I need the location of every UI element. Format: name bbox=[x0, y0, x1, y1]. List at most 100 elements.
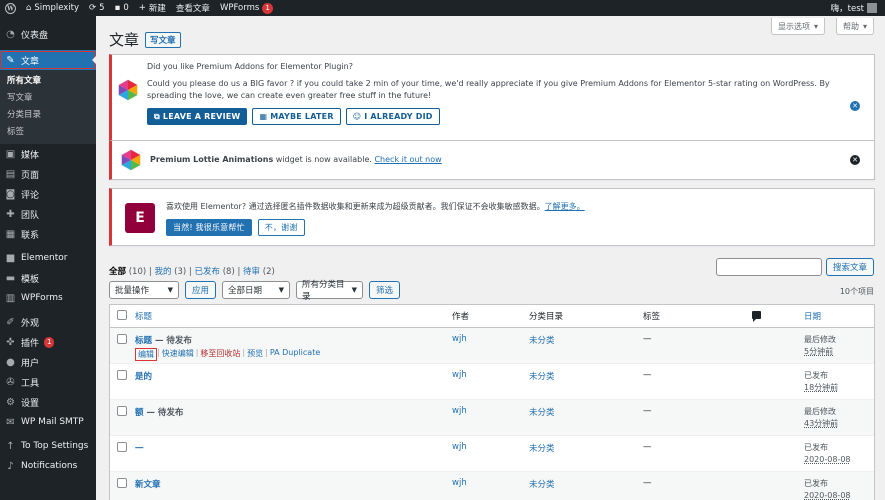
date-status: 已发布 bbox=[804, 443, 828, 452]
menu-pages[interactable]: ▤ 页面 bbox=[0, 164, 96, 184]
pa-duplicate-link[interactable]: PA Duplicate bbox=[270, 348, 320, 357]
row-checkbox[interactable] bbox=[117, 478, 127, 488]
view-posts-link[interactable]: 查看文章 bbox=[171, 0, 215, 16]
select-all-checkbox[interactable] bbox=[117, 309, 127, 320]
menu-wpforms[interactable]: ▥ WPForms bbox=[0, 288, 96, 308]
menu-comments[interactable]: ◙ 评论 bbox=[0, 184, 96, 204]
learn-more-link[interactable]: 了解更多。 bbox=[545, 202, 585, 211]
search-input[interactable] bbox=[715, 258, 822, 276]
menu-elementor[interactable]: ■ Elementor bbox=[0, 248, 96, 268]
menu-label: 模板 bbox=[21, 274, 40, 285]
menu-label: 工具 bbox=[21, 378, 40, 389]
table-row: 一 wjh 未分类 — 已发布 2020-08-08 bbox=[110, 436, 874, 472]
comment-icon: ▪ bbox=[114, 3, 121, 13]
opt-out-button[interactable]: 不，谢谢 bbox=[257, 219, 305, 236]
post-title-link[interactable]: 新文章 bbox=[135, 480, 161, 490]
tools-icon: ✇ bbox=[6, 376, 15, 388]
post-title-link[interactable]: 标题 bbox=[135, 336, 152, 346]
apply-button[interactable]: 应用 bbox=[185, 281, 217, 299]
opt-in-button[interactable]: 当然! 我很乐意帮忙 bbox=[166, 219, 252, 236]
comments-link[interactable]: ▪ 0 bbox=[110, 0, 134, 16]
add-new-button[interactable]: 写文章 bbox=[145, 31, 181, 48]
menu-appearance[interactable]: ✐ 外观 bbox=[0, 312, 96, 332]
filter-all[interactable]: 全部 bbox=[109, 267, 126, 277]
my-account[interactable]: 嗨，test bbox=[831, 2, 885, 14]
submenu-all-posts[interactable]: 所有文章 bbox=[0, 73, 96, 90]
sort-date-header[interactable]: 日期 bbox=[804, 312, 821, 322]
menu-contact[interactable]: ▦ 联系 bbox=[0, 224, 96, 244]
menu-plugins[interactable]: ✜ 插件 1 bbox=[0, 332, 96, 352]
menu-tools[interactable]: ✇ 工具 bbox=[0, 372, 96, 392]
filter-button[interactable]: 筛选 bbox=[369, 281, 401, 299]
category-link[interactable]: 未分类 bbox=[529, 408, 555, 418]
maybe-later-button[interactable]: ▦ MAYBE LATER bbox=[252, 108, 341, 125]
post-title-link[interactable]: 额 bbox=[135, 408, 144, 418]
wpforms-label: WPForms bbox=[219, 3, 260, 13]
avatar bbox=[867, 3, 877, 13]
category-link[interactable]: 未分类 bbox=[529, 444, 555, 454]
submenu-tags[interactable]: 标签 bbox=[0, 124, 96, 141]
post-title-link[interactable]: 一 bbox=[135, 444, 144, 454]
menu-settings[interactable]: ⚙ 设置 bbox=[0, 392, 96, 412]
category-link[interactable]: 未分类 bbox=[529, 336, 555, 346]
submenu-categories[interactable]: 分类目录 bbox=[0, 107, 96, 124]
menu-posts[interactable]: ✎ 文章 bbox=[0, 50, 97, 70]
preview-link[interactable]: 预览 bbox=[247, 349, 263, 358]
svg-text:W: W bbox=[6, 5, 14, 12]
row-checkbox[interactable] bbox=[117, 406, 127, 416]
menu-notifications[interactable]: ♪ Notifications bbox=[0, 456, 96, 476]
comments-header-icon[interactable] bbox=[752, 310, 761, 322]
filter-count: (3) bbox=[174, 267, 187, 277]
category-filter-select[interactable]: 所有分类目录 ▼ bbox=[296, 280, 364, 302]
filter-count: (10) bbox=[128, 267, 147, 277]
new-content-link[interactable]: + 新建 bbox=[134, 0, 171, 16]
author-link[interactable]: wjh bbox=[452, 334, 467, 344]
submenu-add-new[interactable]: 写文章 bbox=[0, 90, 96, 107]
menu-users[interactable]: ● 用户 bbox=[0, 352, 96, 372]
menu-wp-mail-smtp[interactable]: ✉ WP Mail SMTP bbox=[0, 412, 96, 432]
menu-to-top-settings[interactable]: ↑ To Top Settings bbox=[0, 436, 96, 456]
author-link[interactable]: wjh bbox=[452, 442, 467, 452]
filter-pending[interactable]: 待审 bbox=[243, 267, 260, 277]
btn-label: LEAVE A REVIEW bbox=[162, 112, 241, 121]
site-name-link[interactable]: ⌂ Simplexity bbox=[21, 0, 84, 16]
search-box: 搜索文章 bbox=[715, 258, 874, 276]
menu-dashboard[interactable]: ◔ 仪表盘 bbox=[0, 24, 96, 44]
filter-published[interactable]: 已发布 bbox=[195, 267, 221, 277]
bulk-actions-select[interactable]: 批量操作 ▼ bbox=[109, 281, 179, 299]
row-checkbox[interactable] bbox=[117, 370, 127, 380]
date-status: 最后修改 bbox=[804, 335, 836, 344]
menu-templates[interactable]: ▬ 模板 bbox=[0, 268, 96, 288]
author-link[interactable]: wjh bbox=[452, 406, 467, 416]
search-posts-button[interactable]: 搜索文章 bbox=[825, 258, 874, 276]
dismiss-lottie-notice-icon[interactable]: ✕ bbox=[850, 155, 860, 165]
author-link[interactable]: wjh bbox=[452, 478, 467, 488]
sort-title-header[interactable]: 标题 bbox=[135, 312, 152, 322]
wpforms-link[interactable]: WPForms 1 bbox=[215, 0, 278, 16]
dismiss-review-notice-icon[interactable]: ✕ bbox=[850, 101, 860, 111]
edit-link[interactable]: 编辑 bbox=[138, 350, 154, 359]
date-filter-select[interactable]: 全部日期 ▼ bbox=[222, 281, 291, 299]
menu-team[interactable]: ✚ 团队 bbox=[0, 204, 96, 224]
trash-link[interactable]: 移至回收站 bbox=[200, 349, 240, 358]
date-value: 43分钟前 bbox=[804, 419, 839, 428]
quick-edit-link[interactable]: 快速编辑 bbox=[162, 349, 194, 358]
screen-options-button[interactable]: 显示选项 ▾ bbox=[770, 18, 825, 35]
date-status: 已发布 bbox=[804, 479, 828, 488]
already-did-button[interactable]: ☺ I ALREADY DID bbox=[345, 108, 440, 125]
check-it-out-link[interactable]: Check it out now bbox=[374, 155, 441, 164]
filter-mine[interactable]: 我的 bbox=[154, 267, 171, 277]
help-button[interactable]: 帮助 ▾ bbox=[835, 18, 874, 35]
wordpress-logo-icon[interactable]: W bbox=[0, 0, 21, 16]
category-link[interactable]: 未分类 bbox=[529, 480, 555, 490]
author-link[interactable]: wjh bbox=[452, 370, 467, 380]
row-checkbox[interactable] bbox=[117, 442, 127, 452]
elementor-data-notice: E 喜欢使用 Elementor? 通过选择匿名插件数据收集和更新来成为超级贡献… bbox=[109, 188, 875, 246]
row-checkbox[interactable] bbox=[117, 334, 127, 344]
menu-media[interactable]: ▣ 媒体 bbox=[0, 144, 96, 164]
post-title-link[interactable]: 是的 bbox=[135, 372, 152, 382]
category-link[interactable]: 未分类 bbox=[529, 372, 555, 382]
updates-link[interactable]: ⟳ 5 bbox=[84, 0, 110, 16]
leave-review-button[interactable]: ⧉ LEAVE A REVIEW bbox=[147, 108, 248, 125]
greeting: 嗨，test bbox=[830, 4, 864, 14]
